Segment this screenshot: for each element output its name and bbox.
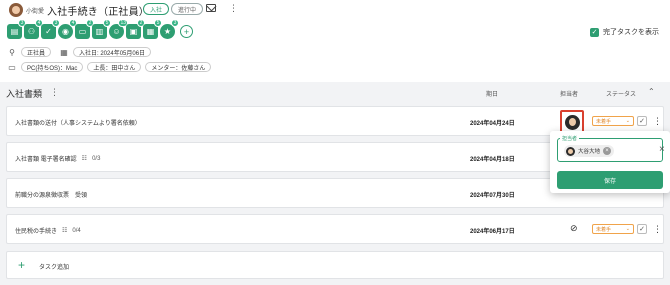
- clear-icon[interactable]: ×: [659, 144, 665, 155]
- subtask-icon: ☷: [81, 156, 88, 162]
- icon-toolbar: ▤ 3 ⚇ 4 ✓ 3 ◉ 4 ▭ 2 ▥ 5 ☺ 13 ▣ 2 ▦ 5 ★ 3 +: [7, 19, 193, 39]
- tag-status[interactable]: 進行中: [171, 3, 204, 15]
- status-select[interactable]: 未着手 ⌄: [592, 224, 634, 234]
- task-name: 前職分の源泉徴収票 受領: [15, 193, 88, 199]
- join-date: 入社日: 2024年05月06日: [73, 47, 152, 57]
- assignee-popup: 大谷大地 × × 担当者 保存: [550, 131, 670, 193]
- people-icon[interactable]: ⚇ 4: [24, 19, 43, 39]
- assignee-chip[interactable]: 大谷大地 ×: [564, 145, 615, 157]
- device-icon[interactable]: ▭ 2: [75, 19, 94, 39]
- task-name: 入社書類 電子署名確認 ☷ 0/3: [15, 155, 101, 164]
- status-select[interactable]: 未着手 ⌄: [592, 116, 634, 126]
- document-icon[interactable]: ▤ 3: [7, 19, 26, 39]
- collapse-icon[interactable]: ⌃: [648, 87, 655, 96]
- subtask-count: 0/4: [72, 227, 81, 234]
- add-icon[interactable]: +: [180, 25, 193, 38]
- subtask-icon: ☷: [62, 228, 68, 234]
- card-icon[interactable]: ▣ 2: [126, 19, 145, 39]
- add-task-label: タスク追加: [39, 265, 70, 271]
- chevron-down-icon: ⌄: [625, 226, 630, 232]
- folder-icon: ▭: [8, 62, 16, 72]
- assignee-avatar: [564, 114, 580, 130]
- add-task-row[interactable]: + タスク追加: [6, 251, 664, 279]
- boss-tag: 上長：田中さん: [87, 62, 142, 72]
- meta-row-1: ⚲ 正社員 ▦ 入社日: 2024年05月06日: [7, 47, 152, 57]
- location-icon[interactable]: ◉ 4: [58, 19, 77, 39]
- col-status: ステータス: [606, 92, 637, 98]
- subtask-count: 0/3: [92, 155, 101, 162]
- tag-onboarding[interactable]: 入社: [143, 3, 170, 15]
- mail-icon[interactable]: [206, 4, 216, 12]
- section-title: 入社書類: [6, 89, 43, 99]
- chip-name: 大谷大地: [578, 149, 601, 155]
- row-kebab-icon[interactable]: ⋮: [653, 224, 662, 235]
- owner-avatar: [9, 3, 23, 17]
- owner-name: 小街愛: [26, 8, 45, 15]
- complete-button[interactable]: ✓: [637, 116, 647, 126]
- section-kebab-icon[interactable]: ⋮: [50, 88, 59, 97]
- complete-button[interactable]: ✓: [637, 224, 647, 234]
- chevron-down-icon: ⌄: [625, 118, 630, 124]
- save-button[interactable]: 保存: [557, 171, 663, 189]
- check-doc-icon[interactable]: ✓ 3: [41, 19, 60, 39]
- task-date: 2024年04月24日: [470, 121, 515, 127]
- no-assignee-icon[interactable]: ⊘: [570, 223, 578, 234]
- checkbox-icon[interactable]: ✓: [590, 27, 599, 37]
- star-icon[interactable]: ★ 3: [160, 19, 179, 39]
- calendar-icon: ▦: [60, 47, 68, 57]
- owner-chip[interactable]: 小街愛: [9, 3, 44, 17]
- show-completed-label: 完了タスクを表示: [603, 29, 659, 36]
- kebab-icon[interactable]: ⋮: [229, 4, 238, 13]
- mentor-tag: メンター：佐藤さん: [145, 62, 212, 72]
- pc-tag: PC(持ちOS)：Mac: [21, 62, 84, 72]
- col-assignee: 担当者: [560, 92, 579, 98]
- chip-avatar: [566, 146, 575, 156]
- person-icon[interactable]: ☺ 13: [109, 19, 128, 39]
- plus-icon: +: [18, 258, 26, 272]
- task-name: 住民税の手続き ☷ 0/4: [15, 227, 81, 236]
- task-name: 入社書類の送付（人事システムより署名依頼）: [15, 121, 141, 127]
- table-row[interactable]: 住民税の手続き ☷ 0/4 2024年06月17日 ⊘ 未着手 ⌄ ✓ ⋮: [6, 214, 664, 244]
- badge: 3: [171, 19, 179, 27]
- meta-row-2: ▭ PC(持ちOS)：Mac 上長：田中さん メンター：佐藤さん: [7, 62, 212, 72]
- book-icon[interactable]: ▥ 5: [92, 19, 111, 39]
- person-icon: ⚲: [9, 47, 15, 57]
- row-kebab-icon[interactable]: ⋮: [653, 116, 662, 127]
- page-title: 入社手続き（正社員）: [47, 7, 149, 18]
- task-date: 2024年04月18日: [470, 157, 515, 163]
- folder-icon[interactable]: ▦ 5: [143, 19, 162, 39]
- show-completed-toggle[interactable]: ✓ 完了タスクを表示: [590, 27, 659, 37]
- remove-chip-icon[interactable]: ×: [603, 147, 612, 155]
- assignee-field-label: 担当者: [560, 135, 580, 142]
- task-date: 2024年06月17日: [470, 229, 515, 235]
- employment-type: 正社員: [21, 47, 52, 57]
- col-date: 期日: [486, 92, 499, 98]
- task-date: 2024年07月30日: [470, 193, 515, 199]
